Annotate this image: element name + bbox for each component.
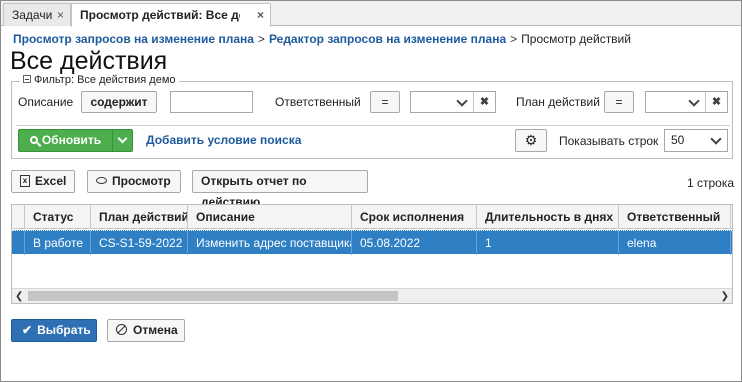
column-header-due-date[interactable]: Срок исполнения — [351, 205, 476, 229]
breadcrumb-separator: > — [510, 32, 518, 46]
cancel-label: Отмена — [133, 323, 178, 337]
description-label: Описание — [18, 95, 74, 109]
add-search-condition-link[interactable]: Добавить условие поиска — [146, 133, 301, 147]
excel-button[interactable]: x Excel — [11, 170, 75, 193]
scroll-right-icon[interactable]: ❯ — [721, 291, 729, 302]
refresh-label: Обновить — [41, 133, 102, 147]
tab-label: Задачи — [12, 8, 53, 22]
chevron-down-icon[interactable] — [687, 95, 701, 109]
row-selector[interactable] — [12, 231, 24, 255]
settings-button[interactable]: ⚙ — [515, 129, 547, 152]
eye-icon — [96, 177, 107, 185]
gear-icon: ⚙ — [524, 132, 538, 148]
responsible-label: Ответственный — [275, 95, 361, 109]
column-header-description[interactable]: Описание — [187, 205, 351, 229]
clear-icon[interactable]: ✖ — [473, 92, 495, 112]
search-icon — [29, 135, 38, 144]
tab-label: Просмотр действий: Все дейс — [80, 8, 240, 22]
chevron-down-icon[interactable] — [709, 133, 723, 147]
cell-status: В работе — [24, 231, 90, 255]
cell-description: Изменить адрес поставщика — [187, 231, 351, 255]
window: Задачи × Просмотр действий: Все дейс × П… — [0, 0, 742, 382]
cell-responsible: elena — [618, 231, 730, 255]
tab-tasks[interactable]: Задачи × — [3, 3, 71, 26]
preview-label: Просмотр — [112, 174, 171, 188]
chevron-down-icon[interactable] — [455, 95, 469, 109]
cancel-icon — [116, 324, 127, 336]
cell-truncated: П — [730, 231, 732, 255]
horizontal-scrollbar[interactable]: ❮ ❯ — [12, 288, 732, 303]
row-count: 1 строка — [687, 176, 735, 190]
collapse-icon[interactable] — [23, 75, 31, 84]
description-operator-button[interactable]: содержит — [81, 91, 157, 113]
rows-per-page-select[interactable]: 50 — [664, 129, 728, 152]
responsible-select[interactable]: ✖ — [410, 91, 496, 113]
column-header-plan[interactable]: План действий — [90, 205, 187, 229]
cell-plan: CS-S1-59-2022 — [90, 231, 187, 255]
filter-legend[interactable]: Фильтр: Все действия демо — [20, 74, 179, 86]
column-header-status[interactable]: Статус — [24, 205, 90, 229]
rows-per-page-label: Показывать строк — [559, 134, 659, 148]
plan-operator-button[interactable]: = — [604, 91, 634, 113]
plan-select[interactable]: ✖ — [645, 91, 728, 113]
scroll-left-icon[interactable]: ❮ — [15, 291, 23, 302]
tab-actions-view[interactable]: Просмотр действий: Все дейс × — [71, 3, 271, 27]
breadcrumb-separator: > — [257, 32, 265, 46]
filter-divider — [16, 125, 730, 126]
header-selector — [12, 205, 24, 229]
column-header-truncated[interactable]: Т — [730, 205, 732, 229]
refresh-main[interactable]: Обновить — [19, 130, 112, 151]
clear-icon[interactable]: ✖ — [705, 92, 727, 112]
select-button[interactable]: ✔ Выбрать — [11, 319, 97, 342]
open-report-button[interactable]: Открыть отчет по действию — [192, 170, 368, 209]
grid-header: Статус План действий Описание Срок испол… — [12, 205, 732, 229]
filter-panel: Фильтр: Все действия демо Описание содер… — [11, 74, 733, 159]
column-header-responsible[interactable]: Ответственный — [618, 205, 730, 229]
responsible-operator-button[interactable]: = — [370, 91, 400, 113]
page-title: Все действия — [10, 47, 168, 75]
breadcrumb-current: Просмотр действий — [521, 32, 631, 46]
table-row[interactable]: В работе CS-S1-59-2022 Изменить адрес по… — [12, 230, 732, 255]
breadcrumb-link-request-editor[interactable]: Редактор запросов на изменение плана — [269, 32, 506, 46]
check-icon: ✔ — [22, 323, 33, 337]
refresh-dropdown-toggle[interactable] — [112, 130, 132, 151]
plan-label: План действий — [516, 95, 600, 109]
refresh-button[interactable]: Обновить — [18, 129, 133, 152]
select-label: Выбрать — [37, 323, 91, 337]
excel-icon: x — [20, 174, 30, 187]
breadcrumb-link-change-requests[interactable]: Просмотр запросов на изменение плана — [13, 32, 254, 46]
close-icon[interactable]: × — [57, 4, 64, 26]
column-header-duration[interactable]: Длительность в днях — [476, 205, 618, 229]
cell-duration: 1 — [476, 231, 618, 255]
breadcrumb: Просмотр запросов на изменение плана > Ред… — [13, 32, 631, 46]
actions-grid: Статус План действий Описание Срок испол… — [11, 204, 733, 304]
excel-label: Excel — [35, 174, 67, 188]
filter-legend-label: Фильтр: Все действия демо — [34, 74, 176, 86]
close-icon[interactable]: × — [257, 4, 264, 26]
tab-bar: Задачи × Просмотр действий: Все дейс × — [1, 1, 741, 27]
cancel-button[interactable]: Отмена — [107, 319, 185, 342]
preview-button[interactable]: Просмотр — [87, 170, 181, 193]
cell-due-date: 05.08.2022 — [351, 231, 476, 255]
scrollbar-thumb[interactable] — [28, 291, 398, 301]
description-input[interactable] — [170, 91, 253, 113]
rows-per-page-value: 50 — [671, 133, 685, 147]
